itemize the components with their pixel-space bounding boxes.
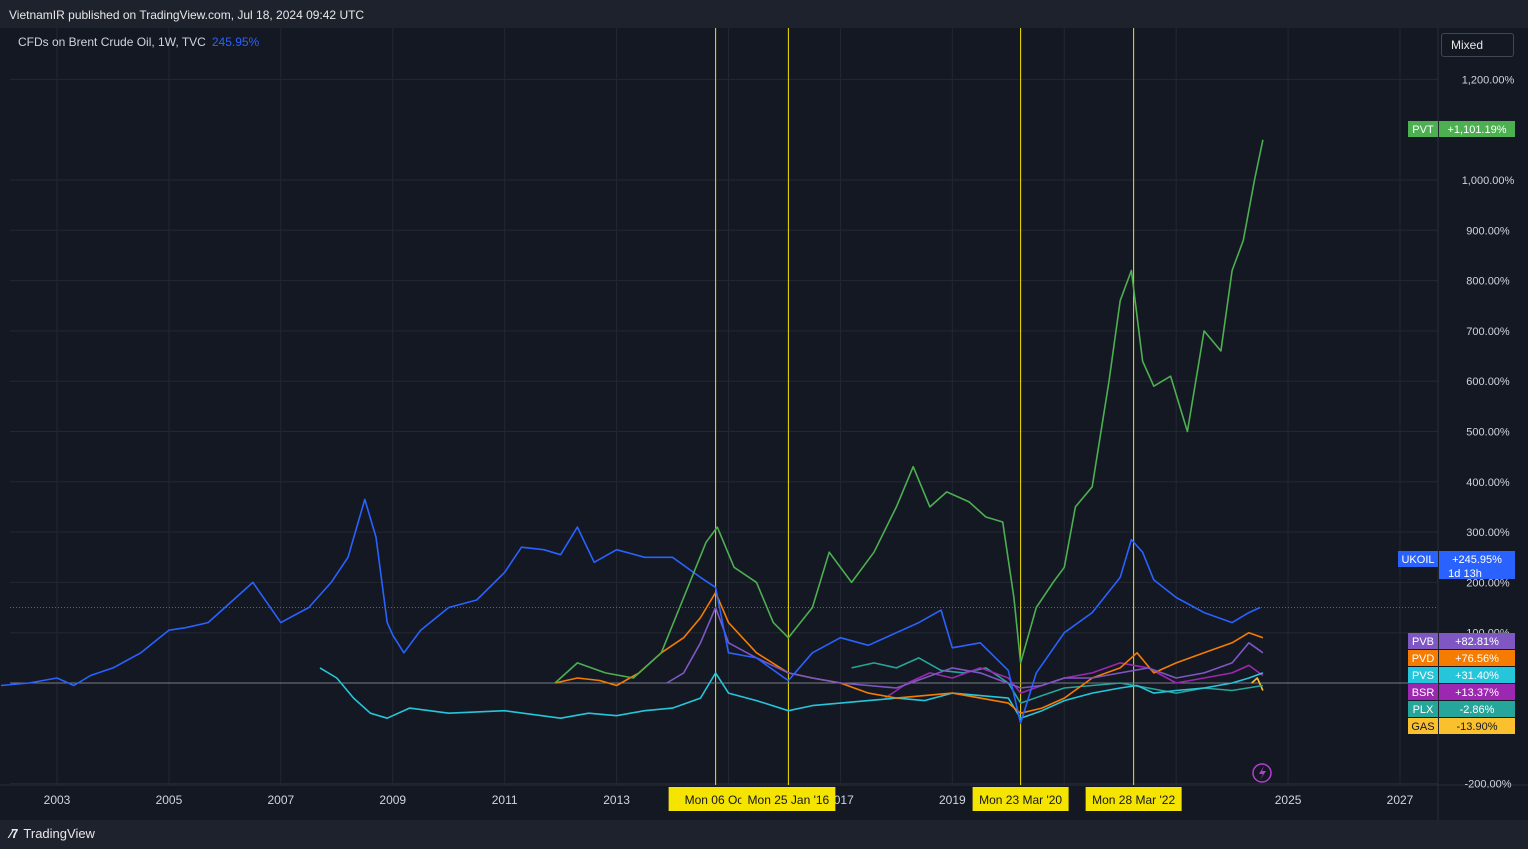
series-value-label: +245.95%	[1452, 554, 1502, 566]
marker-label: Mon 28 Mar '22	[1092, 793, 1175, 807]
price-chart[interactable]: 1,200.00% 1,000.00% 900.00% 800.00% 700.00% 6…	[0, 0, 1528, 849]
series-value-label: +1,101.19%	[1447, 124, 1506, 136]
x-tick-label: 2009	[379, 793, 406, 807]
series-tag-name: PLX	[1413, 704, 1434, 716]
tradingview-logo[interactable]: ⁄7 TradingView	[10, 826, 95, 841]
scale-mode-button[interactable]: Mixed	[1441, 33, 1514, 57]
series-line-bsr	[884, 662, 1264, 699]
chart-grid	[0, 28, 1528, 820]
marker-date-labels: Mon 06 Oct Mon 25 Jan '16 Mon 23 Mar '20 Mo…	[668, 787, 1182, 811]
series-tag-name: PVB	[1412, 636, 1434, 648]
series-value-label: -13.90%	[1457, 721, 1498, 733]
x-tick-label: 2027	[1387, 793, 1414, 807]
price-axis: 1,200.00% 1,000.00% 900.00% 800.00% 700.00% 6…	[1462, 74, 1515, 790]
series-line-pvb	[666, 606, 1264, 689]
series-tag-name: PVT	[1412, 124, 1434, 136]
tv-logo-icon: ⁄7	[10, 826, 18, 841]
y-tick-label: -200.00%	[1464, 779, 1511, 791]
bar-countdown-label: 1d 13h	[1448, 568, 1482, 580]
brand-name: TradingView	[23, 826, 95, 841]
series-tag-name: PVD	[1412, 653, 1435, 665]
series-tag-name: GAS	[1411, 721, 1434, 733]
series-tag-name: BSR	[1412, 687, 1435, 699]
legend-value: 245.95%	[211, 35, 260, 49]
x-tick-label: 2003	[44, 793, 71, 807]
series-tag-name: UKOIL	[1401, 554, 1434, 566]
series-value-label: -2.86%	[1460, 704, 1495, 716]
y-tick-label: 800.00%	[1466, 276, 1510, 288]
y-tick-label: 1,000.00%	[1462, 175, 1515, 187]
series-value-label: +31.40%	[1455, 670, 1499, 682]
series-value-label: +82.81%	[1455, 636, 1499, 648]
marker-label: Mon 25 Jan '16	[748, 793, 830, 807]
series-tag-name: PVS	[1412, 670, 1434, 682]
lightning-icon[interactable]	[1252, 763, 1272, 783]
footer-bar: ⁄7 TradingView	[0, 820, 1528, 849]
series-value-label: +13.37%	[1455, 687, 1499, 699]
y-tick-label: 900.00%	[1466, 225, 1510, 237]
y-tick-label: 300.00%	[1466, 527, 1510, 539]
series-line-gas	[1251, 677, 1264, 691]
y-tick-label: 500.00%	[1466, 427, 1510, 439]
chart-legend: CFDs on Brent Crude Oil, 1W, TVC 245.95%	[18, 35, 259, 49]
x-tick-label: 2005	[156, 793, 183, 807]
marker-label: Mon 23 Mar '20	[979, 793, 1062, 807]
marker-lines	[715, 28, 1135, 785]
marker-label: Mon 06 Oct	[685, 793, 748, 807]
series-value-label: +76.56%	[1455, 653, 1499, 665]
series-line-pvt	[554, 139, 1264, 684]
y-tick-label: 400.00%	[1466, 477, 1510, 489]
legend-symbol: CFDs on Brent Crude Oil, 1W, TVC	[18, 35, 206, 49]
series-line-pvs	[319, 667, 1264, 719]
x-tick-label: 2019	[939, 793, 966, 807]
y-tick-label: 600.00%	[1466, 376, 1510, 388]
x-tick-label: 2025	[1275, 793, 1302, 807]
y-tick-label: 1,200.00%	[1462, 74, 1515, 86]
x-tick-label: 2013	[603, 793, 630, 807]
x-tick-label: 2007	[267, 793, 294, 807]
y-tick-label: 700.00%	[1466, 326, 1510, 338]
x-tick-label: 2011	[492, 793, 518, 807]
